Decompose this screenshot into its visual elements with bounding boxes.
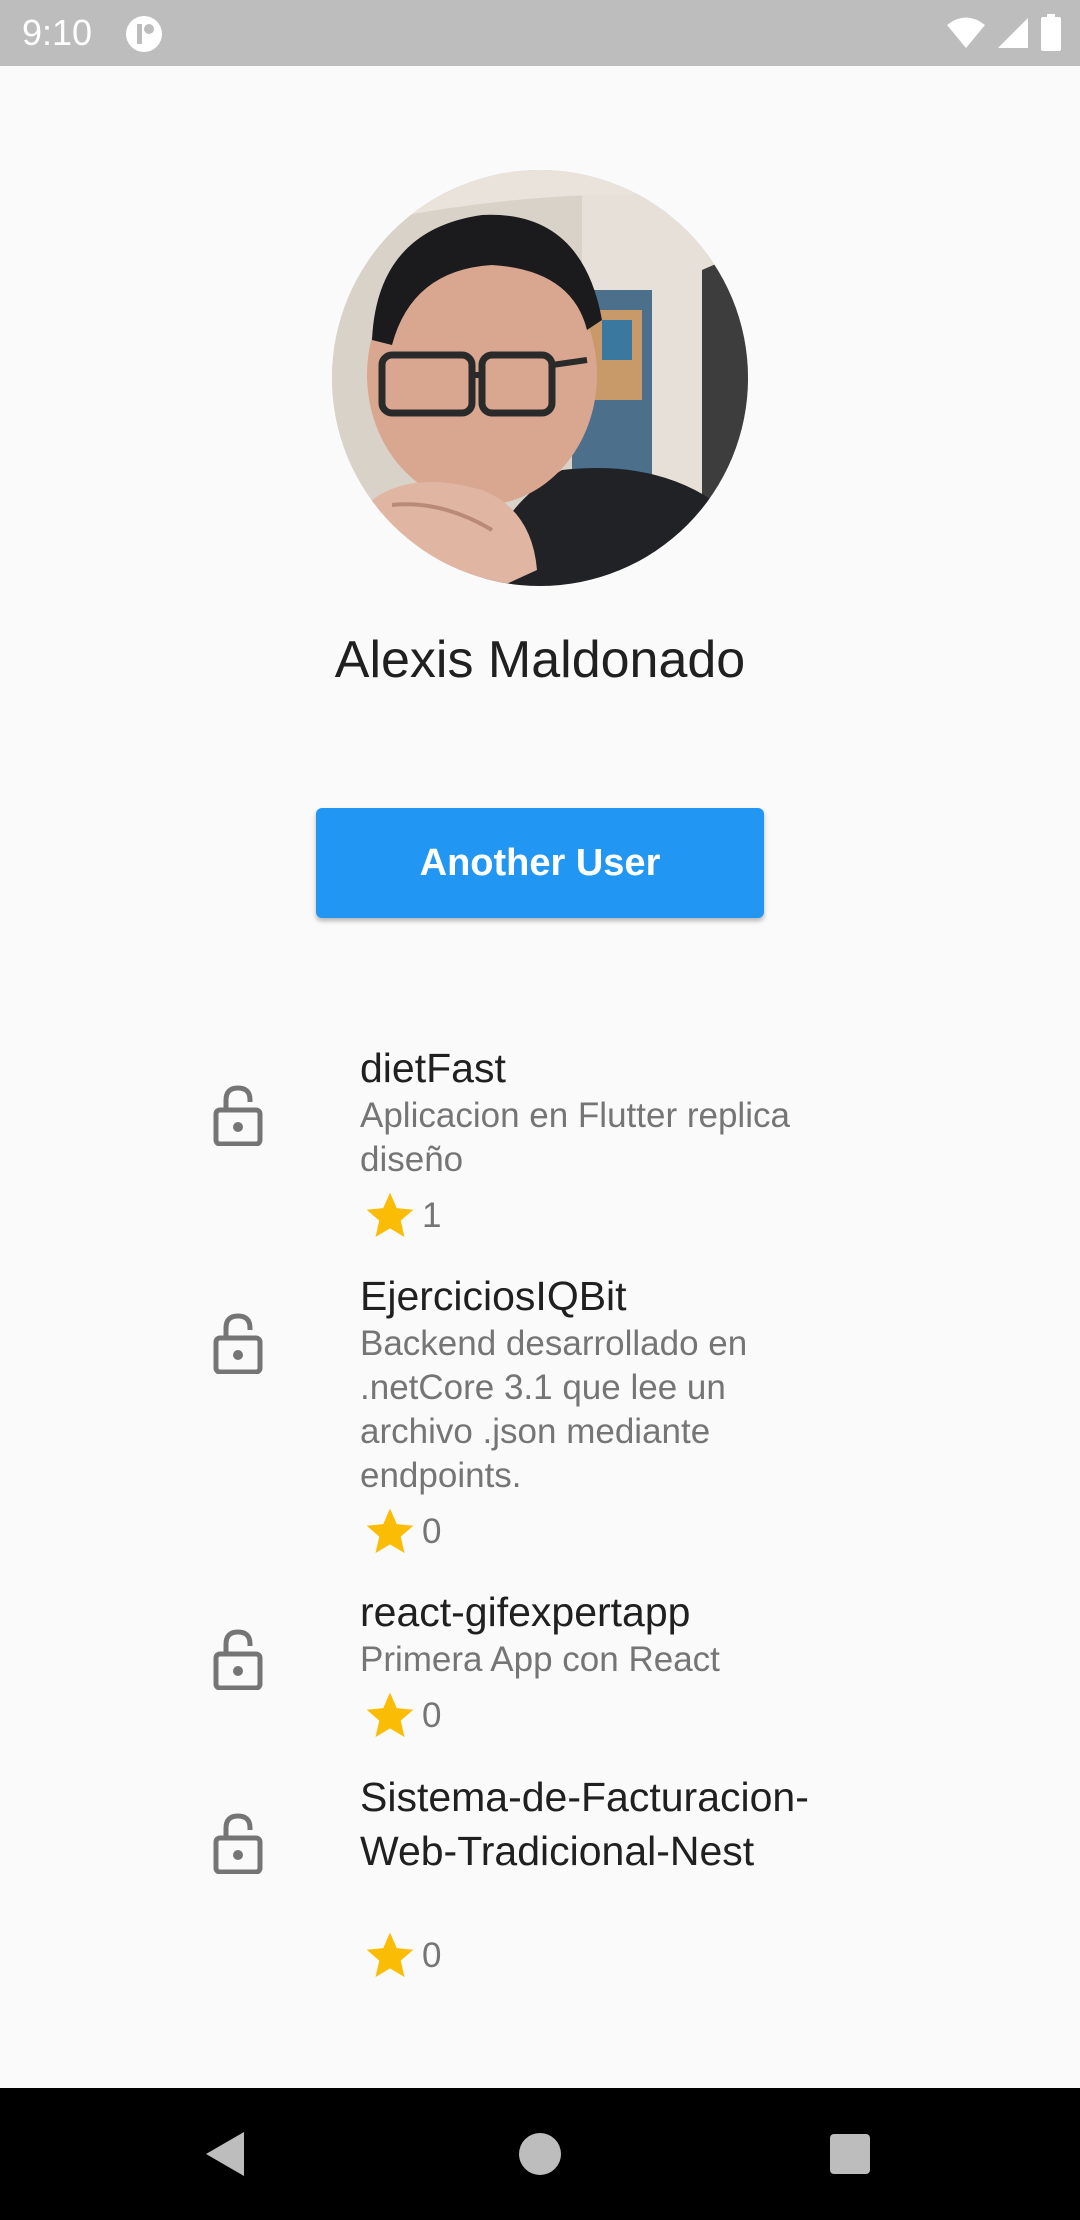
status-bar: 9:10 bbox=[0, 0, 1080, 66]
star-count: 1 bbox=[422, 1196, 442, 1235]
repo-name: react-gifexpertapp bbox=[360, 1589, 691, 1635]
repo-name: Sistema-de-Facturacion-Web-Tradicional-N… bbox=[360, 1774, 809, 1874]
app-notification-icon bbox=[126, 16, 162, 52]
status-time: 9:10 bbox=[22, 12, 93, 53]
star-count: 0 bbox=[422, 1512, 442, 1551]
star-icon bbox=[366, 1192, 414, 1237]
avatar bbox=[332, 170, 748, 586]
battery-icon bbox=[1041, 14, 1061, 51]
status-icons bbox=[946, 12, 1062, 54]
lock-open-icon bbox=[213, 1629, 263, 1690]
navigation-bar bbox=[0, 2088, 1080, 2220]
lock-open-icon bbox=[213, 1313, 263, 1374]
repo-description bbox=[360, 1878, 880, 1922]
cellular-signal-icon bbox=[998, 18, 1028, 48]
repo-stars: 0 bbox=[360, 1928, 880, 1984]
repo-description: Aplicacion en Flutter replica diseño bbox=[360, 1096, 790, 1179]
profile-photo bbox=[332, 170, 748, 586]
star-icon bbox=[366, 1932, 414, 1977]
lock-open-icon bbox=[213, 1085, 263, 1146]
back-icon[interactable] bbox=[196, 2124, 256, 2184]
repo-description: Primera App con React bbox=[360, 1640, 720, 1679]
lock-open-icon bbox=[213, 1813, 263, 1874]
profile-name: Alexis Maldonado bbox=[334, 631, 746, 689]
wifi-icon bbox=[947, 17, 985, 48]
star-icon bbox=[366, 1508, 414, 1553]
repo-stars: 0 bbox=[360, 1688, 880, 1744]
recents-icon[interactable] bbox=[820, 2124, 880, 2184]
home-icon[interactable] bbox=[510, 2124, 570, 2184]
star-count: 0 bbox=[422, 1936, 442, 1975]
repo-name: EjerciciosIQBit bbox=[360, 1273, 627, 1319]
repo-stars: 1 bbox=[360, 1188, 880, 1244]
repo-description: Backend desarrollado en .netCore 3.1 que… bbox=[360, 1324, 748, 1495]
repo-name: dietFast bbox=[360, 1045, 506, 1091]
another-user-button[interactable]: Another User bbox=[316, 808, 764, 918]
star-count: 0 bbox=[422, 1696, 442, 1735]
star-icon bbox=[366, 1692, 414, 1737]
repo-stars: 0 bbox=[360, 1504, 880, 1560]
